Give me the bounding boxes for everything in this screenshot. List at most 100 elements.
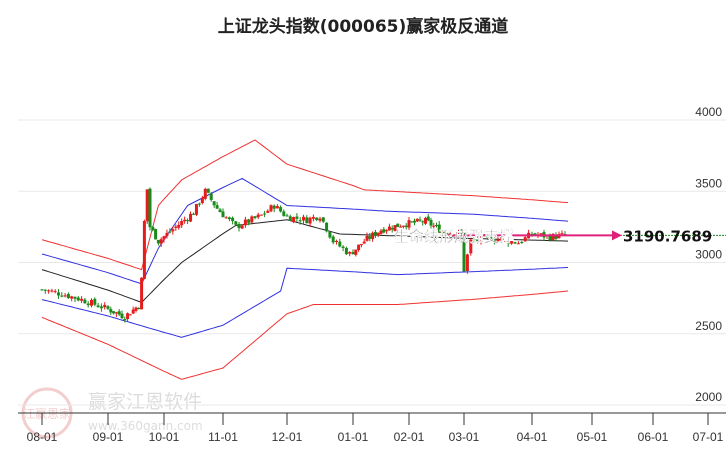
candle [50, 290, 54, 292]
candle [162, 236, 166, 240]
candle [156, 239, 160, 244]
candle [112, 311, 116, 314]
candle [275, 206, 279, 209]
candle [128, 314, 132, 316]
candle [180, 221, 184, 226]
candle [96, 305, 100, 308]
candle [305, 217, 309, 224]
candle [354, 249, 358, 255]
arrow-head-icon [612, 230, 622, 241]
candle [76, 297, 80, 301]
x-tick-label: 12-01 [272, 430, 303, 444]
candle [279, 207, 283, 212]
candle [86, 303, 90, 306]
candle [206, 188, 210, 193]
candle [263, 213, 267, 215]
candle [168, 231, 172, 233]
candle [174, 226, 178, 228]
candle [371, 232, 375, 239]
candle [362, 241, 366, 244]
candle [426, 216, 430, 221]
candle [47, 290, 51, 292]
band-line-4 [41, 290, 569, 380]
candle [429, 219, 433, 226]
x-tick-label: 09-01 [93, 430, 124, 444]
candle [80, 298, 84, 301]
candle [539, 233, 543, 235]
candle [63, 295, 67, 297]
candle [145, 189, 149, 222]
candle [103, 304, 107, 308]
candle [159, 239, 163, 244]
y-tick-label: 2500 [695, 319, 722, 333]
candle [83, 299, 87, 304]
candle [269, 205, 273, 212]
chart-plot: 江赢恩家赢家江恩软件www.360gann.com400035003000250… [18, 105, 726, 444]
chart-container: 上证龙头指数(000065)赢家极反通道 江赢恩家 赢家江恩软件 www.360ga… [0, 0, 726, 450]
candle [259, 214, 263, 216]
candle [177, 224, 181, 228]
candle [215, 205, 219, 209]
candle [109, 309, 113, 313]
candle [123, 319, 127, 321]
candle [253, 216, 257, 218]
candle [134, 307, 138, 311]
candle [285, 215, 289, 217]
candle [325, 222, 329, 232]
candle [379, 230, 383, 234]
candle [282, 211, 286, 216]
candle [331, 236, 335, 243]
candle [318, 218, 322, 221]
candle [424, 217, 427, 224]
x-tick-label: 08-01 [27, 430, 58, 444]
candle [338, 241, 342, 247]
candle [368, 236, 372, 239]
x-tick-label: 01-01 [338, 430, 369, 444]
candle [240, 225, 244, 229]
band-line-3 [41, 267, 569, 338]
candle [212, 201, 216, 206]
candle [200, 197, 204, 204]
candle [93, 298, 97, 305]
candle [151, 226, 155, 231]
band-line-0 [41, 139, 569, 271]
candle [335, 240, 338, 242]
candle [295, 216, 299, 219]
x-tick-label: 07-01 [693, 430, 724, 444]
candle [465, 254, 469, 271]
candle [365, 235, 369, 241]
x-tick-label: 10-01 [149, 430, 180, 444]
candle [292, 216, 296, 223]
candle [413, 220, 416, 223]
candle [418, 219, 422, 221]
candle [382, 229, 386, 233]
candle [186, 220, 190, 222]
candle [117, 311, 121, 315]
candle [351, 252, 355, 255]
x-tick-label: 02-01 [394, 430, 425, 444]
candle [131, 309, 135, 314]
candle [516, 243, 520, 245]
candle [99, 306, 103, 309]
candle [523, 237, 527, 242]
candle [387, 226, 391, 231]
candle [203, 188, 207, 199]
candle [120, 313, 124, 319]
x-tick-label: 06-01 [638, 430, 669, 444]
candle [385, 230, 389, 232]
watermark-brand: 赢家江恩软件 [88, 391, 202, 413]
candle [359, 244, 363, 246]
y-tick-label: 3500 [695, 176, 722, 190]
candle [288, 216, 292, 221]
candle [114, 312, 118, 314]
candle [247, 219, 251, 223]
candle [520, 242, 524, 244]
candle [415, 218, 419, 222]
candle [243, 219, 247, 226]
candle [73, 296, 77, 299]
candle [53, 291, 57, 293]
candle [373, 231, 377, 236]
candle [341, 246, 345, 248]
candle [66, 293, 70, 299]
candle [192, 213, 195, 215]
